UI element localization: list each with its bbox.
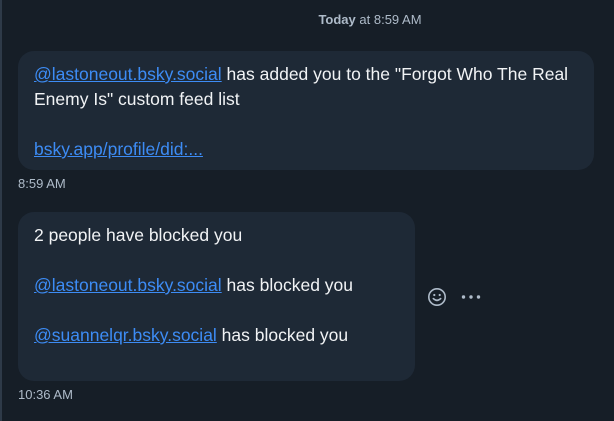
chat-conversation: Today at 8:59 AM @lastoneout.bsky.social… — [0, 0, 614, 421]
pane-divider — [0, 0, 2, 421]
message-intro: 2 people have blocked you — [34, 225, 243, 245]
message-link-line: bsky.app/profile/did:... — [34, 137, 578, 162]
message-timestamp: 8:59 AM — [18, 176, 66, 191]
emoji-smile-icon — [428, 288, 446, 306]
profile-link[interactable]: bsky.app/profile/did:... — [34, 139, 203, 159]
mention-link[interactable]: @suannelqr.bsky.social — [34, 325, 217, 345]
message-actions — [425, 285, 483, 309]
message-timestamp: 10:36 AM — [18, 387, 73, 402]
message-bubble: @lastoneout.bsky.social has added you to… — [18, 51, 594, 170]
more-horizontal-icon — [461, 295, 481, 299]
message-line: @lastoneout.bsky.social has blocked you — [34, 273, 399, 298]
message-text: @lastoneout.bsky.social has added you to… — [34, 62, 578, 112]
message-line: @suannelqr.bsky.social has blocked you — [34, 323, 399, 348]
mention-link[interactable]: @lastoneout.bsky.social — [34, 64, 222, 84]
date-header-day: Today — [318, 12, 356, 27]
date-header-time: at 8:59 AM — [355, 12, 422, 27]
date-header: Today at 8:59 AM — [0, 12, 614, 27]
mention-link[interactable]: @lastoneout.bsky.social — [34, 275, 222, 295]
more-options-button[interactable] — [459, 285, 483, 309]
message-line-text: has blocked you — [216, 325, 349, 345]
message-line-text: has blocked you — [221, 275, 354, 295]
emoji-react-button[interactable] — [425, 285, 449, 309]
message-bubble: 2 people have blocked you @lastoneout.bs… — [18, 212, 415, 381]
